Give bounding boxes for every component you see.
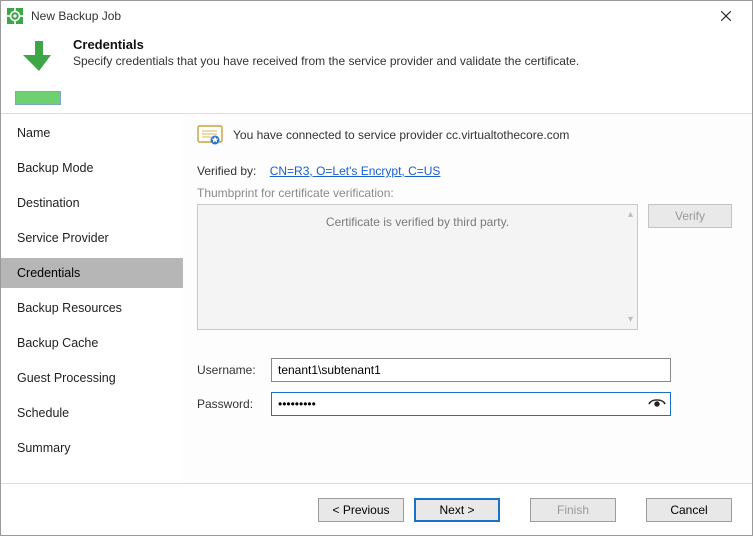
password-input[interactable] — [271, 392, 671, 416]
next-button[interactable]: Next > — [414, 498, 500, 522]
wizard-steps-sidebar: Name Backup Mode Destination Service Pro… — [1, 114, 183, 510]
step-backup-cache[interactable]: Backup Cache — [1, 328, 183, 358]
step-service-provider[interactable]: Service Provider — [1, 223, 183, 253]
password-label: Password: — [197, 397, 271, 411]
scroll-up-icon[interactable]: ▴ — [628, 209, 633, 220]
connected-message: You have connected to service provider c… — [233, 128, 569, 142]
content-panel: You have connected to service provider c… — [183, 114, 752, 510]
header-subheading: Specify credentials that you have receiv… — [73, 54, 579, 68]
certificate-icon — [197, 124, 223, 146]
step-backup-mode[interactable]: Backup Mode — [1, 153, 183, 183]
step-destination[interactable]: Destination — [1, 188, 183, 218]
progress-strip — [15, 91, 61, 105]
step-credentials[interactable]: Credentials — [1, 258, 183, 288]
cancel-button[interactable]: Cancel — [646, 498, 732, 522]
close-button[interactable] — [706, 1, 746, 31]
scroll-down-icon[interactable]: ▾ — [628, 314, 633, 325]
verified-by-row: Verified by: CN=R3, O=Let's Encrypt, C=U… — [197, 164, 732, 178]
verified-by-link[interactable]: CN=R3, O=Let's Encrypt, C=US — [270, 164, 441, 178]
app-icon — [7, 8, 23, 24]
title-bar: New Backup Job — [1, 1, 752, 31]
previous-button[interactable]: < Previous — [318, 498, 404, 522]
step-schedule[interactable]: Schedule — [1, 398, 183, 428]
finish-button: Finish — [530, 498, 616, 522]
wizard-footer: < Previous Next > Finish Cancel — [1, 483, 752, 535]
reveal-password-icon[interactable] — [647, 395, 667, 413]
step-guest-processing[interactable]: Guest Processing — [1, 363, 183, 393]
thumbprint-label: Thumbprint for certificate verification: — [197, 186, 732, 200]
wizard-header: Credentials Specify credentials that you… — [1, 31, 752, 85]
thumbprint-message: Certificate is verified by third party. — [218, 215, 617, 229]
verify-button: Verify — [648, 204, 732, 228]
step-name[interactable]: Name — [1, 118, 183, 148]
verified-by-label: Verified by: — [197, 164, 256, 178]
step-summary[interactable]: Summary — [1, 433, 183, 463]
step-backup-resources[interactable]: Backup Resources — [1, 293, 183, 323]
thumbprint-box: Certificate is verified by third party. … — [197, 204, 638, 330]
download-arrow-icon — [19, 37, 59, 77]
window-title: New Backup Job — [31, 9, 706, 23]
header-heading: Credentials — [73, 37, 579, 52]
username-input[interactable] — [271, 358, 671, 382]
username-label: Username: — [197, 363, 271, 377]
